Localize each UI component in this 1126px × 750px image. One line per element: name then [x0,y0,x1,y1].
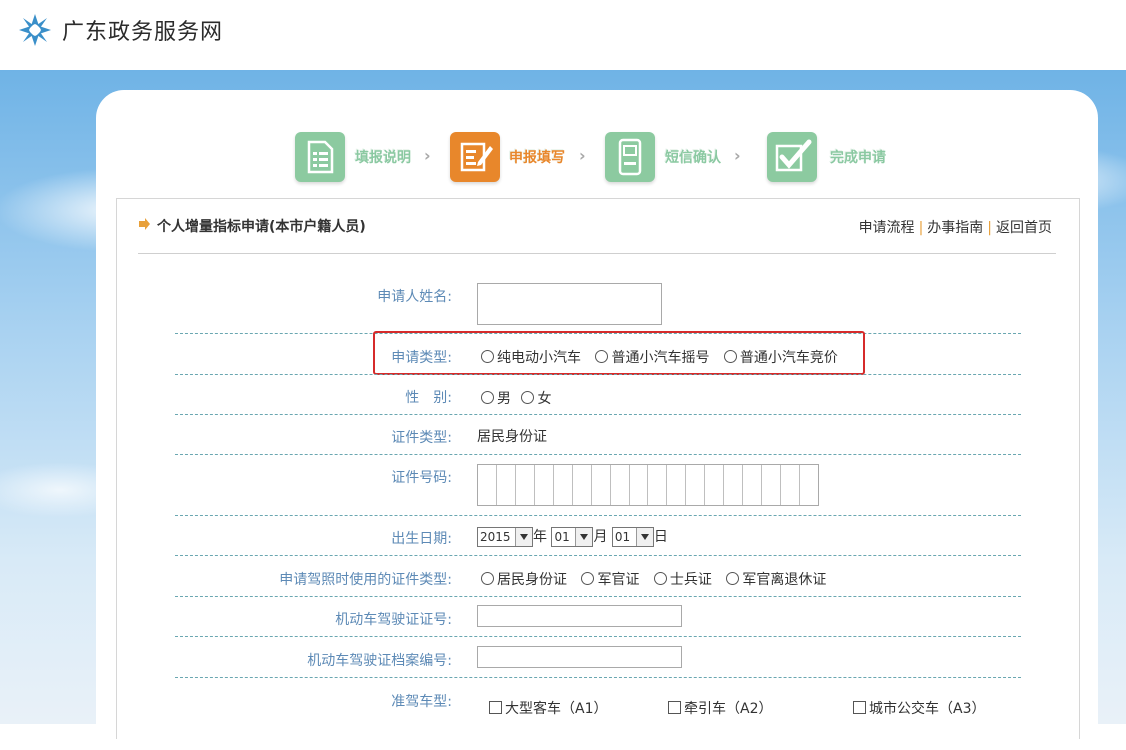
panel-title: 个人增量指标申请(本市户籍人员) [157,219,366,235]
chevron-down-icon[interactable] [515,528,532,546]
id-digit-cell[interactable] [667,465,687,505]
phone-sms-icon [605,132,655,182]
applicant-name-input[interactable] [477,283,662,325]
id-digit-cell[interactable] [686,465,706,505]
radio-button[interactable] [521,391,535,404]
row-divider [175,414,1021,415]
step-2-label: 申报填写 [509,150,565,166]
panel-divider [138,253,1056,254]
arrow-right-icon [139,218,150,230]
license-file-number-input[interactable] [477,646,682,668]
step-4-label: 完成申请 [830,150,886,166]
id-digit-cell[interactable] [554,465,573,505]
license-id-option-resident[interactable]: 居民身份证 [481,572,567,588]
license-file-number-label: 机动车驾驶证档案编号: [307,653,452,669]
license-number-label: 机动车驾驶证证号: [335,612,452,628]
birth-day-select[interactable]: 01 [611,527,654,547]
row-divider [175,515,1021,516]
id-type-value: 居民身份证 [477,429,547,445]
gender-option-female[interactable]: 女 [521,391,551,407]
radio-button[interactable] [653,572,667,585]
id-digit-cell[interactable] [705,465,725,505]
gender-label: 性 别: [405,390,452,406]
id-digit-cell[interactable] [724,465,744,505]
checkmark-icon [767,132,817,182]
day-unit: 日 [653,529,668,545]
license-id-type-options: 居民身份证 军官证 士兵证 军官离退休证 [481,569,836,589]
applicant-name-label: 申请人姓名: [377,289,452,305]
document-icon [295,132,345,182]
license-number-input[interactable] [477,605,682,627]
id-digit-cell[interactable] [478,465,497,505]
id-type-label: 证件类型: [391,430,452,446]
chevron-down-icon[interactable] [635,528,653,546]
month-unit: 月 [593,529,608,545]
highlight-box [373,331,865,375]
return-home-link[interactable]: 返回首页 [996,220,1052,236]
license-id-option-retired-officer[interactable]: 军官离退休证 [726,572,826,588]
id-digit-cell[interactable] [535,465,554,505]
license-id-option-soldier[interactable]: 士兵证 [653,572,712,588]
chevron-down-icon[interactable] [575,528,593,546]
step-3-label: 短信确认 [665,150,721,166]
birth-month-select[interactable]: 01 [551,527,594,547]
id-digit-cell[interactable] [630,465,649,505]
guide-link[interactable]: 办事指南 [927,220,983,236]
row-divider [175,374,1021,375]
birth-date-label: 出生日期: [391,531,452,547]
radio-button[interactable] [481,391,494,404]
id-digit-cell[interactable] [648,465,668,505]
radio-button[interactable] [726,572,740,585]
id-digit-cell[interactable] [573,465,592,505]
birth-date-selects: 2015 年 01 月 01 日 [477,526,668,547]
id-digit-cell[interactable] [611,465,630,505]
id-digit-cell[interactable] [781,465,800,505]
chevron-right-icon: › [734,146,741,165]
gender-options: 男 女 [481,388,551,408]
chevron-right-icon: › [424,146,431,165]
id-number-label: 证件号码: [391,470,452,486]
edit-form-icon [450,132,500,182]
site-title[interactable]: 广东政务服务网 [62,14,223,46]
row-divider [175,636,1021,637]
row-divider [175,555,1021,556]
top-links: 申请流程 | 办事指南 | 返回首页 [858,220,1052,236]
checkbox[interactable] [853,701,866,714]
vehicle-class-option-a3[interactable]: 城市公交车（A3） [853,698,985,718]
id-number-input[interactable] [477,464,819,506]
license-id-option-officer[interactable]: 军官证 [581,572,639,588]
chevron-right-icon: › [579,146,586,165]
vehicle-class-option-a2[interactable]: 牵引车（A2） [668,698,772,718]
id-digit-cell[interactable] [497,465,516,505]
id-digit-cell[interactable] [516,465,535,505]
license-id-type-label: 申请驾照时使用的证件类型: [279,572,452,588]
radio-button[interactable] [581,572,595,585]
row-divider [175,596,1021,597]
id-digit-cell[interactable] [592,465,611,505]
id-digit-cell[interactable] [800,465,818,505]
site-logo-icon[interactable] [17,12,53,48]
id-digit-cell[interactable] [762,465,781,505]
top-header: 广东政务服务网 [0,0,1126,70]
radio-button[interactable] [481,572,494,585]
id-digit-cell[interactable] [743,465,763,505]
application-process-link[interactable]: 申请流程 [859,220,915,236]
step-1-label: 填报说明 [355,150,411,166]
row-divider [175,677,1021,678]
vehicle-class-label: 准驾车型: [391,694,452,710]
year-unit: 年 [533,529,547,545]
vehicle-class-option-a1[interactable]: 大型客车（A1） [489,698,607,718]
checkbox[interactable] [668,701,681,714]
checkbox[interactable] [489,701,502,714]
gender-option-male[interactable]: 男 [481,391,511,407]
birth-year-select[interactable]: 2015 [477,527,533,547]
row-divider [175,454,1021,455]
